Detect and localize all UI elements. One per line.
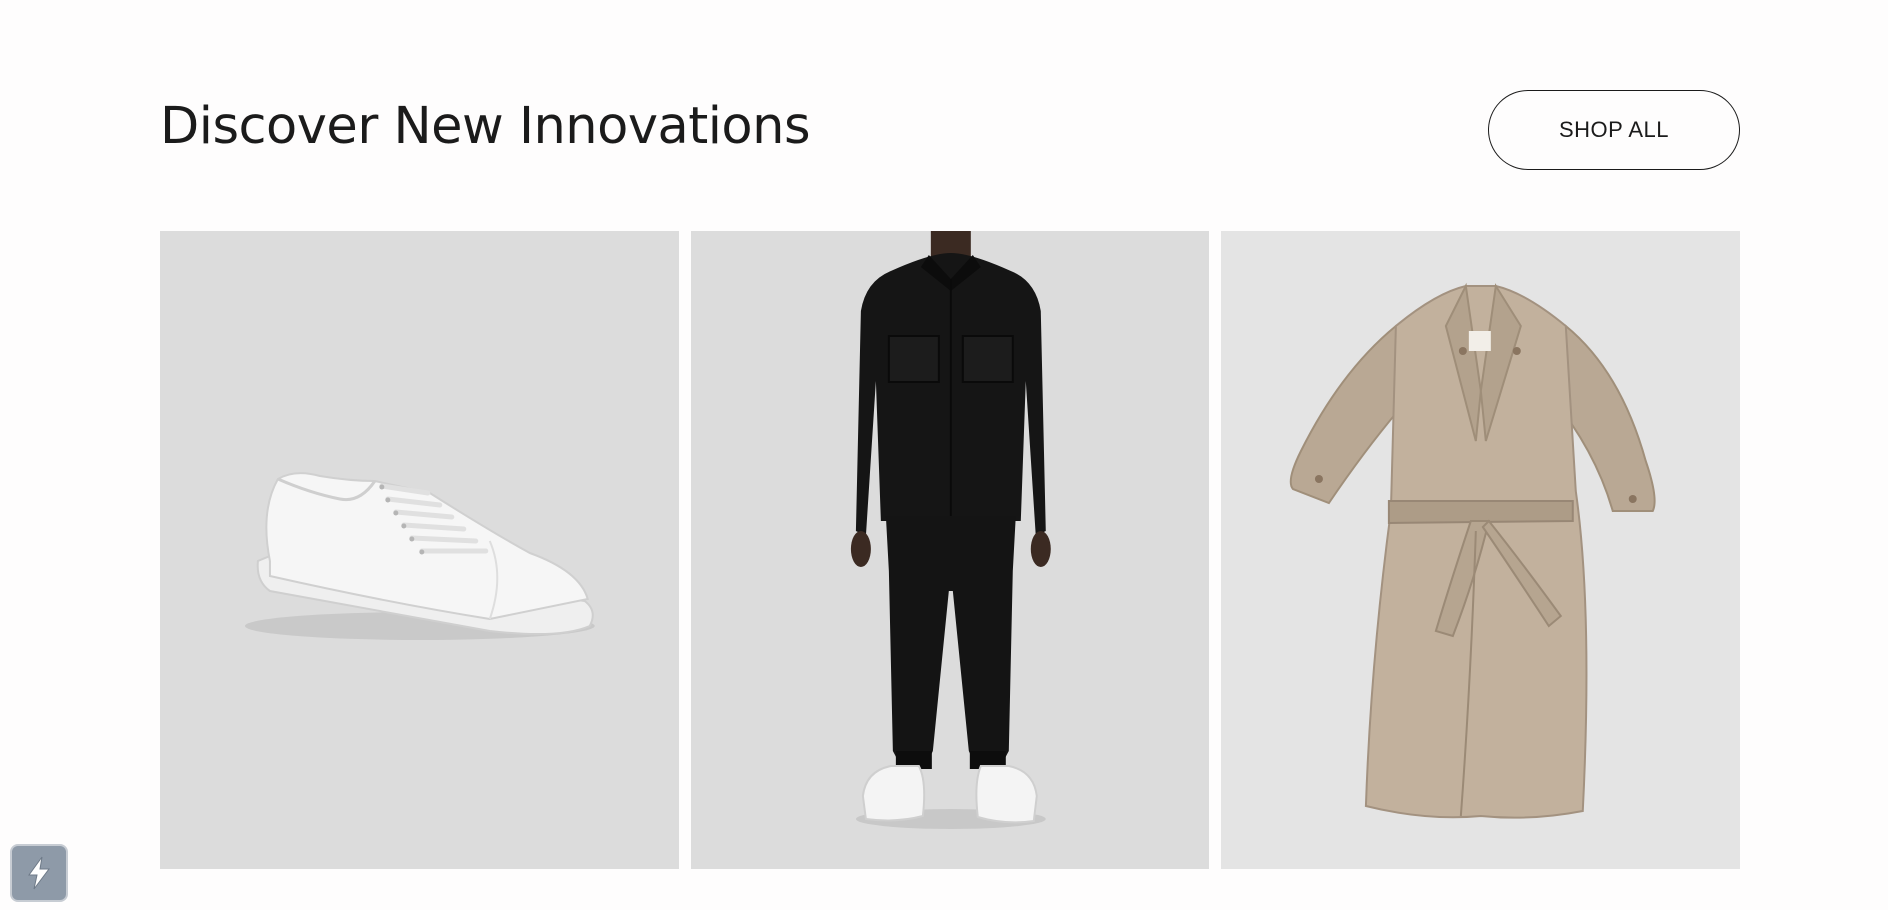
lightning-bolt-icon bbox=[28, 856, 50, 890]
lightning-bolt-widget[interactable] bbox=[10, 844, 68, 902]
section-header: Discover New Innovations SHOP ALL bbox=[160, 90, 1740, 172]
product-tile-menswear[interactable] bbox=[690, 231, 1210, 869]
product-tile-trench-coat[interactable] bbox=[1221, 231, 1741, 869]
shop-all-button[interactable]: SHOP ALL bbox=[1488, 90, 1740, 170]
product-grid bbox=[160, 231, 1741, 869]
sneaker-image bbox=[244, 472, 595, 640]
discover-section: Discover New Innovations SHOP ALL bbox=[0, 0, 1888, 910]
product-tile-sneaker[interactable] bbox=[160, 231, 679, 869]
menswear-image bbox=[850, 231, 1051, 829]
section-title: Discover New Innovations bbox=[160, 97, 811, 156]
trench-coat-image bbox=[1290, 282, 1656, 819]
